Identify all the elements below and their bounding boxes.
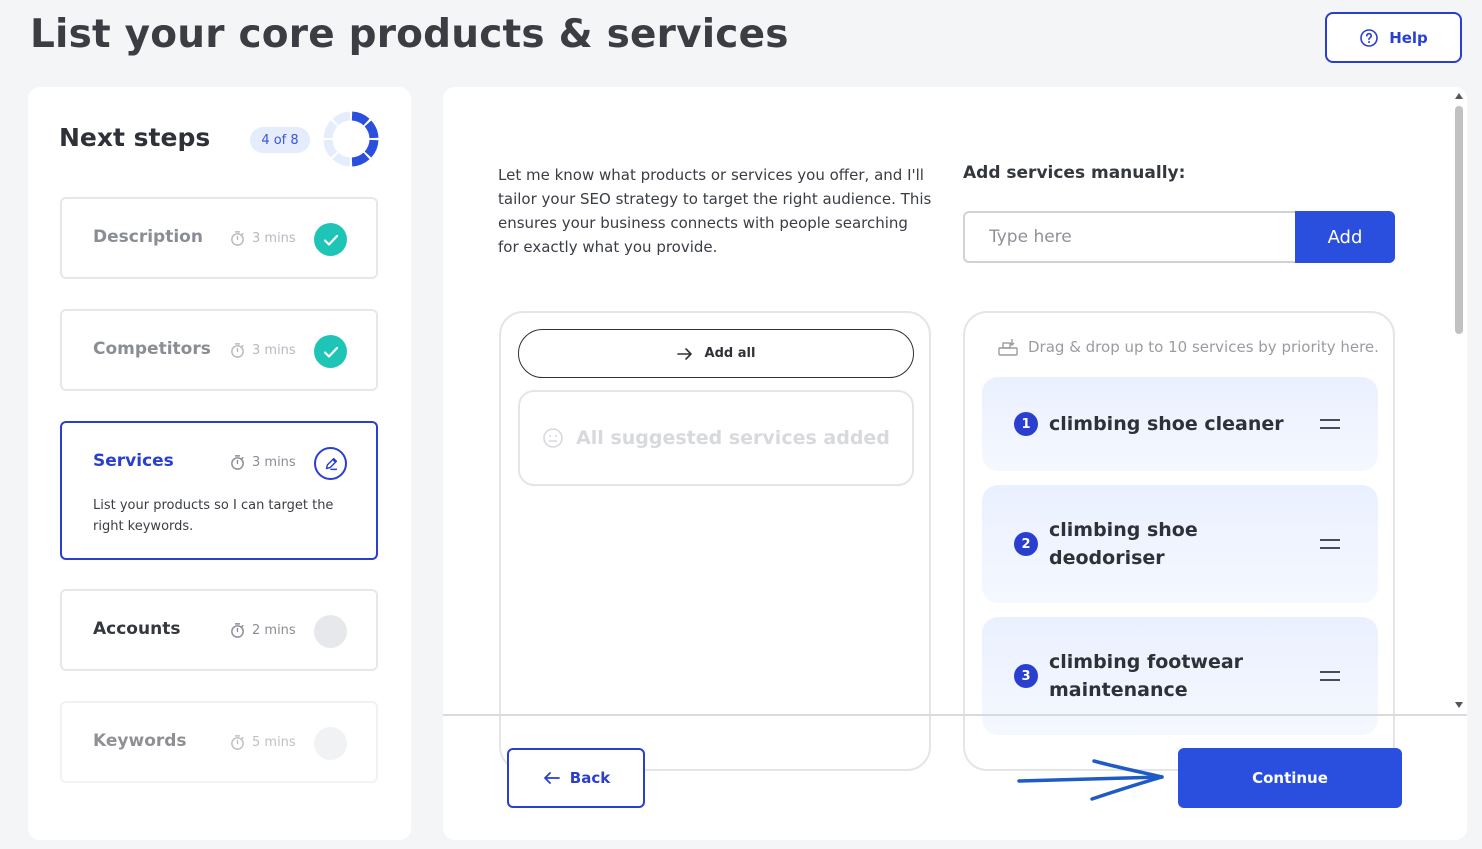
help-button[interactable]: Help [1325,12,1462,63]
step-time: 3 mins [252,343,296,358]
add-all-button[interactable]: Add all [518,329,914,378]
step-timer: 2 mins [229,622,296,639]
pencil-icon [314,447,347,480]
drag-handle-icon[interactable] [1320,671,1340,681]
stopwatch-icon [231,735,244,750]
add-service-button[interactable]: Add [1295,211,1395,263]
checkmark-icon [314,223,347,256]
arrow-left-icon [543,772,560,784]
drag-hint-text: Drag & drop up to 10 services by priorit… [1028,338,1379,356]
add-all-label: Add all [704,346,756,361]
service-input[interactable] [963,211,1297,263]
scroll-up-icon[interactable] [1455,93,1463,99]
scrollbar-thumb[interactable] [1455,106,1463,334]
progress-ring-icon [323,111,379,167]
service-label: climbing shoe deodoriser [1049,519,1198,569]
intro-text: Let me know what products or services yo… [498,166,932,256]
step-time: 2 mins [252,623,296,638]
continue-button[interactable]: Continue [1178,748,1402,808]
rank-badge: 2 [1014,532,1038,556]
service-label: climbing shoe cleaner [1049,413,1284,435]
rank-badge: 3 [1014,664,1038,688]
priority-services-panel[interactable]: Drag & drop up to 10 services by priorit… [963,311,1395,771]
drag-handle-icon[interactable] [1320,419,1340,429]
drag-handle-icon[interactable] [1320,539,1340,549]
progress-segment [364,139,379,158]
step-name: Accounts [93,619,181,639]
scroll-down-icon[interactable] [1455,702,1463,708]
neutral-face-icon [543,428,563,448]
step-time: 3 mins [252,231,296,246]
drag-hint: Drag & drop up to 10 services by priorit… [997,337,1379,357]
back-button[interactable]: Back [507,748,645,808]
sidebar-title: Next steps [59,123,211,152]
empty-suggestions-card: All suggested services added [518,390,914,486]
progress-segment [351,152,370,167]
step-name: Description [93,227,203,247]
stopwatch-icon [231,455,244,470]
step-timer: 5 mins [229,734,296,751]
step-description: List your products so I can target the r… [93,498,334,534]
step-name: Competitors [93,339,211,359]
footer-divider [443,714,1467,716]
progress-segment [332,152,351,167]
step-timer: 3 mins [229,230,296,247]
step-time: 5 mins [252,735,296,750]
manual-add-label: Add services manually: [963,163,1186,183]
back-label: Back [569,769,611,787]
drag-drop-icon [998,339,1018,356]
help-label: Help [1389,28,1428,47]
step-timer: 3 mins [229,342,296,359]
step-card-accounts[interactable]: Accounts 2 mins [60,589,378,671]
empty-suggestions-text: All suggested services added [576,427,890,449]
main-panel: Let me know what products or services yo… [443,87,1467,840]
rank-badge: 1 [1014,412,1038,436]
vertical-scrollbar[interactable] [1451,87,1467,714]
step-name: Keywords [93,731,187,751]
priority-service-item[interactable]: 3 climbing footwear maintenance [982,617,1378,735]
suggested-services-panel: Add all All suggested services added [499,311,931,771]
stopwatch-icon [231,231,244,246]
question-circle-icon [1360,28,1378,47]
step-counter-badge: 4 of 8 [250,127,310,153]
checkmark-icon [314,335,347,368]
progress-segment [323,120,338,139]
arrow-right-icon [676,347,692,360]
step-timer: 3 mins [229,454,296,471]
progress-segment [364,120,379,139]
next-steps-sidebar: Next steps 4 of 8 Description 3 mins Com… [28,87,411,840]
step-card-services[interactable]: Services 3 mins List your products so I … [60,421,378,560]
progress-segment [332,111,351,126]
stopwatch-icon [231,343,244,358]
step-card-competitors[interactable]: Competitors 3 mins [60,309,378,391]
stopwatch-icon [231,623,244,638]
priority-service-item[interactable]: 1 climbing shoe cleaner [982,377,1378,471]
step-card-description[interactable]: Description 3 mins [60,197,378,279]
pending-status-icon [314,727,347,760]
progress-segment [351,111,370,126]
progress-segment [323,139,338,158]
sidebar-fade [28,770,411,840]
priority-service-item[interactable]: 2 climbing shoe deodoriser [982,485,1378,603]
page-title: List your core products & services [30,12,789,57]
step-time: 3 mins [252,455,296,470]
service-label: climbing footwear maintenance [1049,651,1244,701]
pending-status-icon [314,615,347,648]
step-name: Services [93,451,174,471]
